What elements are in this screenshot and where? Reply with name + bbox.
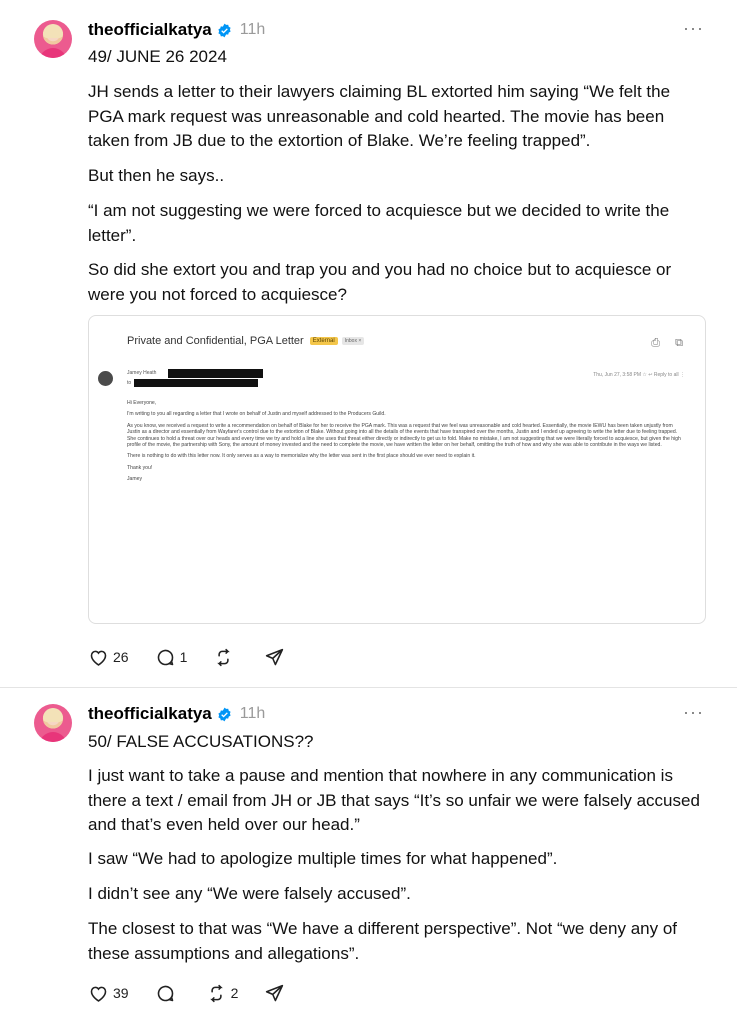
avatar[interactable] bbox=[34, 704, 72, 742]
comment-icon bbox=[157, 649, 173, 665]
thread-post-50: theofficialkatya 11h ··· 50/ FALSE ACCUS… bbox=[0, 689, 737, 1024]
email-line: As you know, we received a request to wr… bbox=[127, 422, 681, 449]
email-body: Hi Everyone, I'm writing to you all rega… bbox=[127, 400, 687, 488]
post-paragraph: JH sends a letter to their lawyers claim… bbox=[88, 82, 671, 150]
thread-post-49: theofficialkatya 11h ··· 49/ JUNE 26 202… bbox=[0, 0, 737, 688]
post-title: 50/ FALSE ACCUSATIONS?? bbox=[88, 732, 314, 751]
comment-icon bbox=[157, 985, 173, 1001]
repost-icon bbox=[217, 648, 231, 666]
heart-icon bbox=[90, 650, 107, 666]
verified-badge-icon bbox=[218, 23, 231, 37]
post-time: 11h bbox=[239, 21, 266, 38]
email-line: Hi Everyone, bbox=[127, 400, 157, 406]
repost-count: 2 bbox=[230, 985, 239, 1001]
post-paragraph: The closest to that was “We have a diffe… bbox=[88, 919, 677, 963]
repost-icon bbox=[209, 984, 223, 1002]
email-subject-text: Private and Confidential, PGA Letter bbox=[127, 335, 304, 347]
sender-avatar bbox=[98, 371, 113, 386]
inbox-badge: Inbox × bbox=[341, 337, 365, 345]
like-button[interactable]: 39 bbox=[88, 983, 129, 1004]
share-button[interactable] bbox=[264, 647, 289, 668]
external-badge: External bbox=[309, 337, 338, 345]
send-icon bbox=[266, 648, 284, 665]
email-sender: Jamey Heath bbox=[127, 370, 157, 376]
send-icon bbox=[266, 984, 284, 1001]
email-line: Jamey bbox=[127, 476, 143, 483]
verified-badge-icon bbox=[218, 707, 231, 721]
post-paragraph: I just want to take a pause and mention … bbox=[88, 766, 700, 834]
reply-count: 1 bbox=[179, 649, 188, 665]
email-line: Thank you! bbox=[127, 464, 153, 471]
email-meta: Thu, Jun 27, 3:58 PM ☆ ↩ Reply to all ⋮ bbox=[593, 372, 685, 378]
post-header: theofficialkatya 11h bbox=[88, 703, 265, 725]
username[interactable]: theofficialkatya bbox=[88, 20, 212, 40]
like-count: 26 bbox=[113, 649, 129, 665]
post-time: 11h bbox=[239, 705, 266, 722]
email-to: to bbox=[127, 380, 132, 386]
more-options-icon[interactable]: ··· bbox=[683, 19, 703, 42]
post-paragraph: “I am not suggesting we were forced to a… bbox=[88, 201, 670, 245]
share-button[interactable] bbox=[264, 983, 289, 1004]
username[interactable]: theofficialkatya bbox=[88, 704, 212, 724]
repost-button[interactable] bbox=[213, 647, 238, 668]
like-button[interactable]: 26 bbox=[88, 647, 129, 668]
post-title: 49/ JUNE 26 2024 bbox=[88, 47, 227, 66]
redacted-bar bbox=[168, 369, 263, 378]
email-subject: Private and Confidential, PGA Letter Ext… bbox=[127, 335, 365, 347]
email-screenshot-image[interactable]: Private and Confidential, PGA Letter Ext… bbox=[88, 315, 706, 624]
post-paragraph: So did she extort you and trap you and y… bbox=[88, 260, 672, 304]
redacted-bar bbox=[134, 379, 258, 387]
post-actions: 26 1 bbox=[88, 645, 315, 669]
like-count: 39 bbox=[113, 985, 129, 1001]
post-actions: 39 2 bbox=[88, 981, 315, 1005]
post-paragraph: But then he says.. bbox=[88, 166, 225, 185]
avatar[interactable] bbox=[34, 20, 72, 58]
email-line: There is nothing to do with this letter … bbox=[127, 453, 476, 460]
post-paragraph: I didn’t see any “We were falsely accuse… bbox=[88, 884, 411, 903]
reply-button[interactable] bbox=[155, 983, 180, 1004]
email-line: I'm writing to you all regarding a lette… bbox=[127, 411, 386, 418]
print-icon: ⎙ ⧉ bbox=[651, 337, 689, 349]
more-options-icon[interactable]: ··· bbox=[683, 703, 703, 726]
post-header: theofficialkatya 11h bbox=[88, 19, 265, 41]
heart-icon bbox=[90, 986, 107, 1002]
repost-button[interactable]: 2 bbox=[206, 983, 239, 1004]
post-paragraph: I saw “We had to apologize multiple time… bbox=[88, 849, 558, 868]
reply-button[interactable]: 1 bbox=[155, 647, 188, 668]
